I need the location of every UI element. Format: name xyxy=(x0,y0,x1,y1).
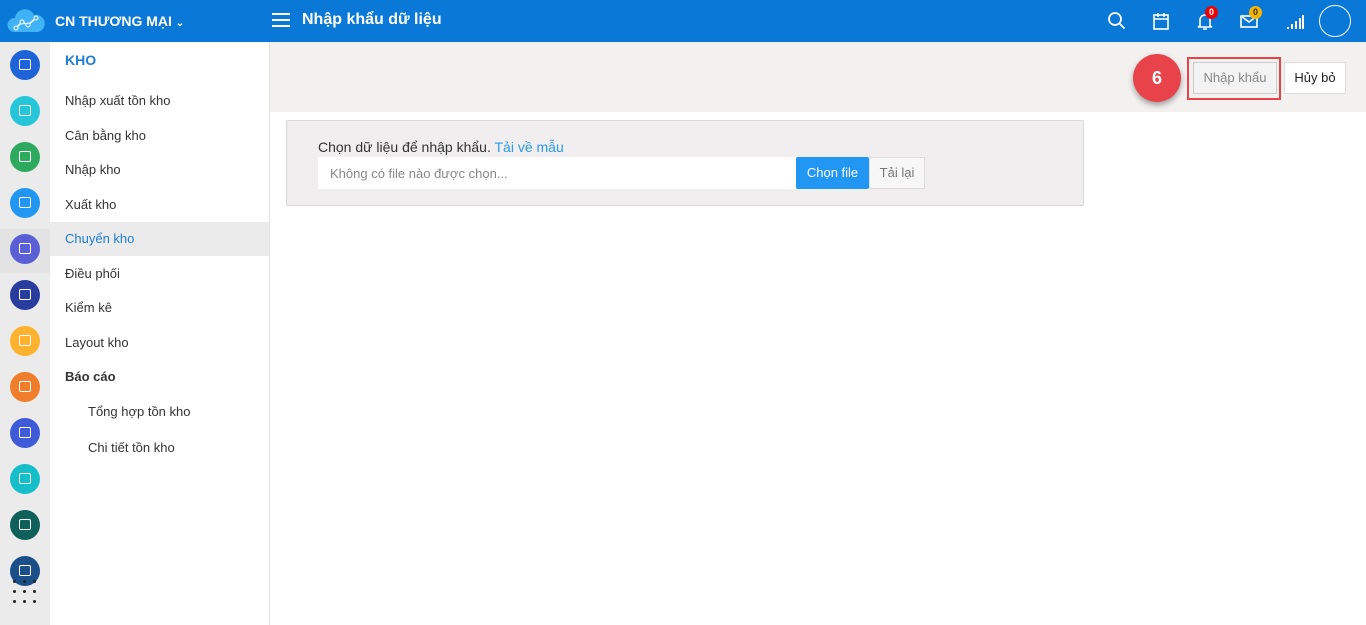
notifications-button[interactable]: 0 xyxy=(1195,6,1218,31)
import-label: Chọn dữ liệu để nhập khẩu. xyxy=(318,139,491,155)
warehouse-icon[interactable] xyxy=(10,234,40,264)
hamburger-menu-icon[interactable] xyxy=(272,12,290,28)
sidebar-item[interactable]: Nhập xuất tồn kho xyxy=(50,84,269,118)
sidebar-item[interactable]: Kiểm kê xyxy=(50,291,269,325)
search-icon[interactable] xyxy=(1107,11,1127,31)
sidebar-item[interactable]: Điều phối xyxy=(50,257,269,291)
users-icon[interactable] xyxy=(10,96,40,126)
top-bar: CN THƯƠNG MẠI ⌄ Nhập khẩu dữ liệu 0 0 xyxy=(0,0,1366,42)
warehouse-shelf-icon[interactable] xyxy=(10,50,40,80)
sidebar-heading: KHO xyxy=(65,52,97,68)
sidebar-item[interactable]: Xuất kho xyxy=(50,188,269,222)
package-icon[interactable] xyxy=(10,326,40,356)
cloud-logo-icon[interactable] xyxy=(6,6,46,36)
reload-button[interactable]: Tải lại xyxy=(869,157,925,189)
org-selector[interactable]: CN THƯƠNG MẠI ⌄ xyxy=(55,13,184,29)
download-template-link[interactable]: Tải về mẫu xyxy=(494,139,563,155)
sidebar-item[interactable]: Chuyển kho xyxy=(50,222,269,256)
calculator-icon[interactable] xyxy=(10,464,40,494)
transfer-icon[interactable] xyxy=(10,372,40,402)
choose-file-button[interactable]: Chọn file xyxy=(796,157,869,189)
app-rail xyxy=(0,42,50,625)
cart-icon[interactable] xyxy=(10,188,40,218)
sidebar: KHO Nhập xuất tồn kho Cân bằng kho Nhập kh… xyxy=(50,42,270,625)
sidebar-item[interactable]: Tổng hợp tồn kho xyxy=(50,395,269,429)
delivery-icon[interactable] xyxy=(10,510,40,540)
sidebar-item[interactable]: Nhập kho xyxy=(50,153,269,187)
signal-icon xyxy=(1287,15,1304,29)
notification-badge: 0 xyxy=(1205,6,1218,19)
sidebar-item[interactable]: Cân bằng kho xyxy=(50,119,269,153)
avatar[interactable] xyxy=(1319,5,1351,37)
box-icon[interactable] xyxy=(10,280,40,310)
import-panel: Chọn dữ liệu để nhập khẩu. Tải về mẫu Ch… xyxy=(286,120,1084,206)
page-title: Nhập khẩu dữ liệu xyxy=(302,11,442,28)
chevron-down-icon: ⌄ xyxy=(175,18,185,29)
calendar-icon[interactable] xyxy=(1151,11,1171,31)
step-marker: 6 xyxy=(1133,54,1181,102)
messages-button[interactable]: 0 xyxy=(1239,6,1262,31)
document-icon[interactable] xyxy=(10,418,40,448)
laptop-icon[interactable] xyxy=(10,142,40,172)
cancel-button[interactable]: Hủy bỏ xyxy=(1284,62,1346,94)
apps-grid-icon[interactable] xyxy=(13,580,37,604)
sidebar-item[interactable]: Báo cáo xyxy=(50,360,269,394)
sidebar-item[interactable]: Layout kho xyxy=(50,326,269,360)
message-badge: 0 xyxy=(1249,6,1262,19)
file-input[interactable] xyxy=(318,157,796,189)
sidebar-item[interactable]: Chi tiết tồn kho xyxy=(50,431,269,465)
import-button[interactable]: Nhập khẩu xyxy=(1193,62,1277,94)
